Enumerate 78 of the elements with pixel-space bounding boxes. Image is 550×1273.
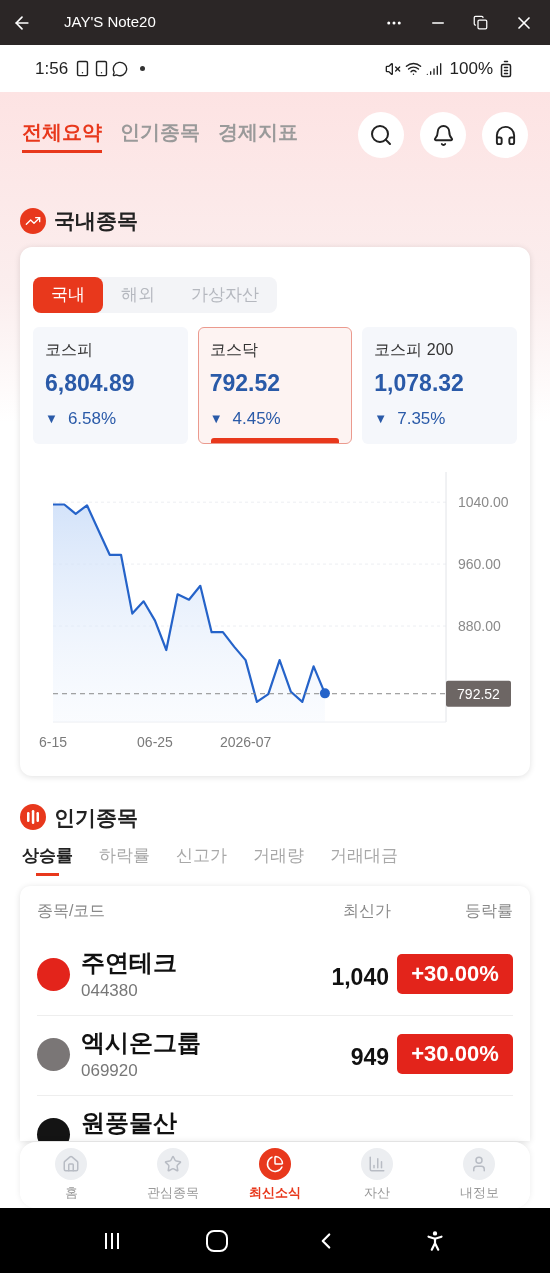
stock-name: 엑시온그룹: [81, 1027, 201, 1058]
y-tick-label: 1040.00: [458, 493, 509, 510]
market-tab[interactable]: 해외: [103, 276, 173, 313]
headset-icon: [493, 123, 517, 147]
down-arrow: ▼: [374, 410, 388, 428]
support-button[interactable]: [482, 112, 528, 158]
stock-code: 044380: [81, 979, 139, 1002]
index-name: 코스피 200: [374, 339, 455, 360]
home-button[interactable]: [205, 1228, 230, 1253]
ranking-tab[interactable]: 거래대금: [330, 843, 398, 876]
bell-icon: [431, 123, 455, 147]
restore-icon[interactable]: [473, 15, 488, 30]
stock-name: 주연테크: [81, 947, 177, 978]
user-icon: [470, 1154, 488, 1173]
bar-chart-icon: [368, 1154, 386, 1173]
status-time: 1:56: [35, 57, 69, 80]
section-title: 인기종목: [54, 804, 138, 831]
index-name: 코스피: [45, 339, 94, 360]
stock-price: 1,040: [331, 962, 389, 992]
star-icon: [164, 1154, 182, 1173]
stock-code: 069920: [81, 1059, 139, 1082]
battery-level: 100%: [449, 57, 493, 80]
wifi-icon: [404, 60, 422, 77]
trend-icon: [20, 207, 46, 234]
index-card[interactable]: 코스피 6,804.89 ▼ 6.58%: [33, 326, 188, 444]
search-button[interactable]: [358, 112, 404, 158]
index-card[interactable]: 코스닥 792.52 ▼ 4.45%: [197, 326, 353, 444]
search-icon: [369, 123, 393, 147]
ranking-tab[interactable]: 하락률: [99, 843, 150, 876]
stock-price: 949: [350, 1042, 389, 1072]
stock-row[interactable]: 엑시온그룹 069920 949 +30.00%: [37, 1015, 513, 1096]
top-tab[interactable]: 인기종목: [120, 117, 200, 153]
market-tab[interactable]: 가상자산: [173, 276, 277, 313]
stock-row[interactable]: 주연테크 044380 1,040 +30.00%: [37, 935, 513, 1016]
x-tick-label: 2026-07: [219, 733, 272, 750]
mute-icon: [384, 60, 401, 77]
index-change: 7.35%: [397, 408, 446, 430]
ranking-tab[interactable]: 신고가: [176, 843, 227, 876]
nav-tab[interactable]: 내정보: [428, 1147, 530, 1203]
change-badge: +30.00%: [397, 1033, 513, 1074]
nav-tab[interactable]: 홈: [20, 1147, 122, 1203]
current-price-tag: 792.52: [446, 680, 511, 707]
index-name: 코스닥: [209, 339, 259, 360]
nav-tab[interactable]: 최신소식: [224, 1147, 326, 1203]
current-point: [319, 687, 330, 698]
y-tick-label: 880.00: [458, 617, 501, 634]
column-header: 종목/코드: [37, 900, 106, 921]
index-value: 1,078.32: [374, 368, 465, 398]
down-arrow: ▼: [45, 410, 58, 428]
top-tab[interactable]: 경제지표: [218, 117, 298, 153]
column-header: 최신가: [343, 900, 391, 921]
ref-line-label: 792.52: [457, 685, 501, 702]
notification-button[interactable]: [420, 112, 466, 158]
section-title: 국내종목: [54, 208, 138, 234]
nav-tab[interactable]: 자산: [326, 1147, 428, 1203]
y-tick-label: 960.00: [458, 555, 501, 572]
index-change: 4.45%: [232, 408, 281, 430]
popular-icon: [20, 804, 46, 831]
home-icon: [62, 1154, 80, 1173]
stock-name: 원풍물산: [81, 1107, 177, 1138]
signal-icon: [425, 60, 442, 77]
window-title: JAY'S Note20: [64, 12, 156, 33]
index-value: 6,804.89: [45, 368, 136, 398]
index-change: 6.58%: [67, 408, 117, 430]
x-tick-label: 6-15: [39, 733, 67, 750]
ranking-tab[interactable]: 상승률: [22, 843, 73, 876]
market-tab[interactable]: 국내: [33, 276, 103, 313]
nav-tab[interactable]: 관심종목: [122, 1147, 224, 1203]
index-card[interactable]: 코스피 200 1,078.32 ▼ 7.35%: [362, 326, 517, 444]
chat-icon: [112, 60, 129, 77]
column-header: 등락률: [464, 900, 513, 921]
ranking-tab[interactable]: 거래량: [253, 843, 304, 876]
change-badge: +30.00%: [397, 953, 513, 994]
pie-chart-icon: [266, 1154, 284, 1173]
x-tick-label: 06-25: [137, 733, 173, 750]
down-arrow: ▼: [209, 410, 223, 428]
index-value: 792.52: [209, 368, 281, 398]
top-tab[interactable]: 전체요약: [22, 117, 102, 153]
